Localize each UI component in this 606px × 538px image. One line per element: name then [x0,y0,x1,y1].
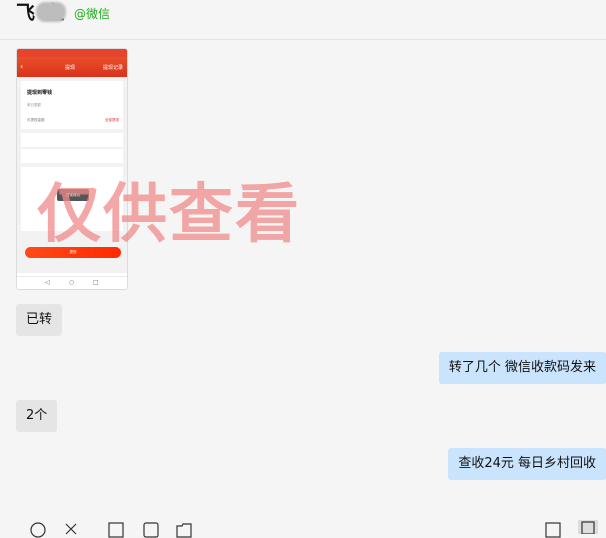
add-icon[interactable] [545,522,561,538]
contact-source-label: @微信 [74,7,111,21]
thumb-card [21,149,123,163]
scissors-icon[interactable] [64,522,78,536]
back-arrow-icon: ‹ [20,62,24,71]
smiley-icon[interactable] [30,522,46,538]
thumb-card: 提现到零钱 单日限额 可提现金额 全部提现 [21,81,123,129]
message-bubble-outgoing[interactable]: 转了几个 微信收款码发来 [438,352,606,384]
chat-history-icon[interactable] [143,522,159,538]
message-bubble-outgoing[interactable]: 查收24元 每日乡村回收 [448,448,606,480]
thumb-nav-bar: ‹ 提现 提现记录 [17,57,127,77]
thumb-nav-title: 提现 [65,65,76,71]
thumb-row-left: 可提现金额 [27,118,45,122]
thumb-card-heading: 提现到零钱 [27,90,53,96]
screenshot-image-message[interactable]: ‹ 提现 提现记录 提现到零钱 单日限额 可提现金额 全部提现 提现成功 提现 … [16,48,128,290]
thumb-toast: 提现成功 [57,189,89,201]
folder-icon[interactable] [176,522,192,538]
thumb-nav-right: 提现记录 [102,65,123,71]
thumb-card-subtitle: 单日限额 [27,103,41,107]
thumb-status-bar [17,49,127,57]
chat-header: 飞 鱼 @微信 [0,0,606,40]
screenshot-icon[interactable] [108,522,124,538]
thumb-android-navbar: ◁ ○ □ [17,276,127,289]
recents-square-icon: □ [93,279,99,286]
message-bubble-incoming[interactable]: 已转 [16,304,63,336]
back-triangle-icon: ◁ [45,279,50,286]
thumb-submit-button: 提现 [25,247,121,258]
input-toolbar [0,516,606,538]
name-redaction-blur [36,2,66,22]
message-bubble-incoming[interactable]: 2个 [16,400,58,432]
thumb-card [21,133,123,147]
thumb-row-right: 全部提现 [105,118,119,122]
thumb-body: 提现到零钱 单日限额 可提现金额 全部提现 提现成功 提现 [17,77,127,273]
home-circle-icon: ○ [69,279,75,286]
